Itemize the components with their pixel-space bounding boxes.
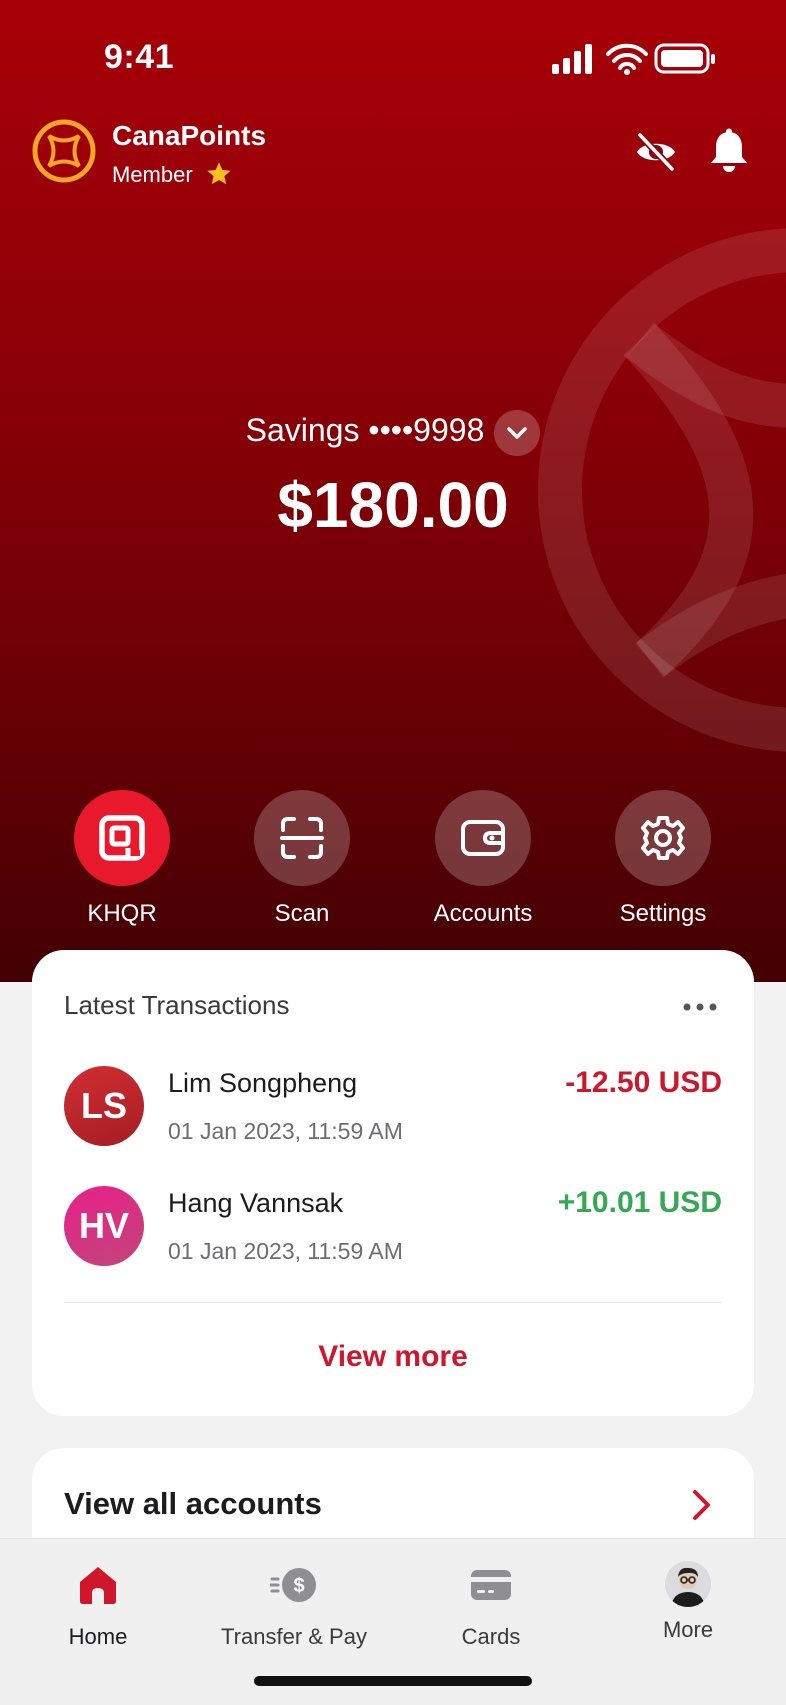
latest-transactions-title: Latest Transactions [64, 990, 290, 1020]
chevron-down-icon [507, 427, 528, 439]
tab-label: Cards [461, 1624, 521, 1649]
action-khqr[interactable]: KHQR [52, 790, 192, 928]
transaction-date: 01 Jan 2023, 11:59 AM [168, 1238, 403, 1264]
divider [64, 1302, 722, 1303]
action-settings[interactable]: Settings [593, 790, 733, 928]
member-tier: Member [112, 162, 193, 187]
tab-transfer-pay[interactable]: $ Transfer & Pay [196, 1561, 392, 1650]
avatar: LS [64, 1066, 144, 1146]
status-time: 9:41 [104, 38, 175, 76]
brand-title[interactable]: CanaPoints [112, 120, 266, 152]
action-label: Scan [274, 900, 330, 927]
view-all-accounts-label: View all accounts [64, 1486, 322, 1521]
wallet-icon [461, 820, 505, 856]
hero-header: 9:41 CanaPoints Member Savings ••••9998 … [0, 0, 786, 982]
avatar: HV [64, 1186, 144, 1266]
bell-icon[interactable] [708, 128, 750, 174]
transaction-amount: -12.50 USD [565, 1066, 722, 1099]
view-more-link[interactable]: View more [32, 1340, 754, 1374]
transaction-name: Hang Vannsak [168, 1188, 344, 1218]
eye-off-icon[interactable] [634, 130, 678, 174]
tab-label: More [662, 1617, 714, 1642]
person-icon [665, 1561, 711, 1607]
profile-avatar [665, 1561, 711, 1607]
tab-more[interactable]: More [590, 1561, 786, 1643]
scan-icon [280, 817, 324, 859]
home-indicator [254, 1676, 532, 1686]
cellular-signal-icon [552, 44, 592, 74]
svg-text:$: $ [293, 1575, 304, 1597]
action-label: Settings [619, 900, 707, 927]
tab-cards[interactable]: Cards [393, 1561, 589, 1650]
account-selector[interactable]: Savings ••••9998 [0, 410, 786, 456]
star-icon [207, 162, 231, 185]
account-label: Savings ••••9998 [245, 412, 485, 448]
home-icon [80, 1567, 116, 1604]
canapoints-logo [32, 119, 96, 183]
khqr-icon [99, 815, 145, 861]
latest-transactions-card: Latest Transactions LS Lim Songpheng 01 … [32, 950, 754, 1416]
tab-home[interactable]: Home [0, 1561, 196, 1650]
card-icon [471, 1570, 511, 1600]
tab-label: Transfer & Pay [221, 1624, 367, 1649]
more-options-icon[interactable] [682, 1002, 718, 1012]
gear-icon [641, 816, 685, 860]
account-dropdown-button[interactable] [494, 410, 541, 456]
tab-label: Home [68, 1624, 128, 1649]
transaction-date: 01 Jan 2023, 11:59 AM [168, 1118, 403, 1144]
transaction-row[interactable]: LS Lim Songpheng 01 Jan 2023, 11:59 AM -… [64, 1066, 722, 1166]
status-icons [552, 43, 715, 75]
transaction-row[interactable]: HV Hang Vannsak 01 Jan 2023, 11:59 AM +1… [64, 1186, 722, 1286]
action-scan[interactable]: Scan [232, 790, 372, 928]
battery-icon [654, 43, 715, 74]
action-label: KHQR [87, 900, 157, 927]
transaction-name: Lim Songpheng [168, 1068, 358, 1098]
account-balance: $180.00 [277, 469, 509, 541]
transfer-pay-icon: $ [268, 1568, 316, 1602]
chevron-right-icon [693, 1490, 710, 1520]
action-label: Accounts [433, 900, 533, 927]
wifi-icon [606, 43, 648, 70]
action-accounts[interactable]: Accounts [413, 790, 553, 928]
transaction-amount: +10.01 USD [557, 1186, 722, 1219]
